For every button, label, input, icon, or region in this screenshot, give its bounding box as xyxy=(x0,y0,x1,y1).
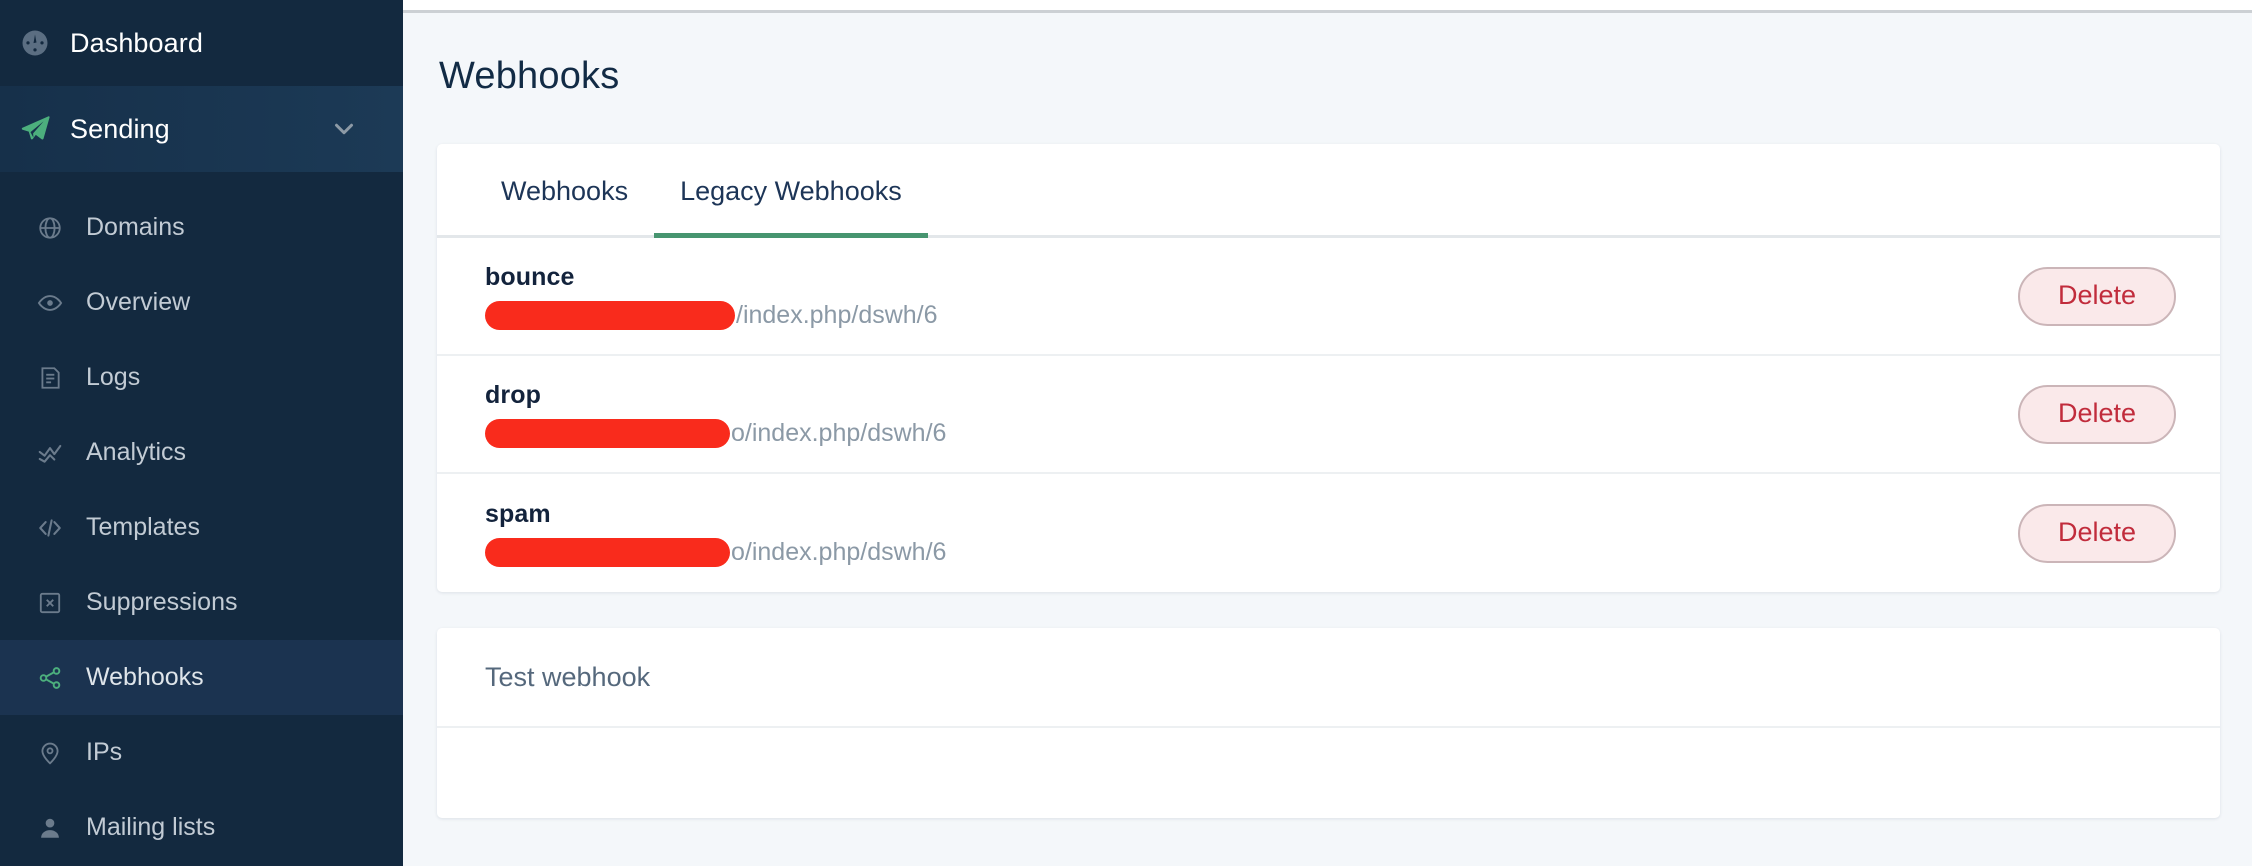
webhook-url: o/index.php/dswh/6 xyxy=(485,418,2018,448)
delete-button[interactable]: Delete xyxy=(2017,384,2176,444)
sidebar-sub-group: Domains Overview Logs Analytics Template… xyxy=(0,188,403,865)
webhook-info: drop o/index.php/dswh/6 xyxy=(485,381,2018,448)
document-icon xyxy=(28,365,72,391)
sidebar-item-webhooks[interactable]: Webhooks xyxy=(0,640,403,715)
sidebar-item-overview[interactable]: Overview xyxy=(0,265,403,340)
sidebar-item-logs[interactable]: Logs xyxy=(0,340,403,415)
globe-icon xyxy=(28,215,72,241)
redaction-bar xyxy=(485,418,730,448)
top-bar xyxy=(403,0,2252,13)
chevron-down-icon[interactable] xyxy=(329,114,359,144)
test-webhook-card: Test webhook xyxy=(437,628,2220,818)
webhook-row: drop o/index.php/dswh/6 Delete xyxy=(437,356,2220,474)
sidebar-item-ips[interactable]: IPs xyxy=(0,715,403,790)
webhook-row: bounce /index.php/dswh/6 Delete xyxy=(437,238,2220,356)
webhook-row: spam o/index.php/dswh/6 Delete xyxy=(437,474,2220,592)
sidebar-item-dashboard[interactable]: Dashboard xyxy=(0,0,403,86)
webhooks-card: Webhooks Legacy Webhooks bounce /index.p… xyxy=(437,144,2220,592)
webhook-info: spam o/index.php/dswh/6 xyxy=(485,500,2018,567)
sidebar-item-label: Suppressions xyxy=(86,588,238,616)
box-x-icon xyxy=(28,590,72,616)
sidebar-item-label: Domains xyxy=(86,213,185,241)
webhook-url: /index.php/dswh/6 xyxy=(485,300,2018,330)
sidebar-item-analytics[interactable]: Analytics xyxy=(0,415,403,490)
sidebar-item-sending[interactable]: Sending xyxy=(0,86,403,172)
webhook-name: drop xyxy=(485,380,541,409)
test-webhook-title: Test webhook xyxy=(437,628,2220,728)
sidebar: Dashboard Sending Domains Overview Logs … xyxy=(0,0,403,866)
sidebar-primary-group: Dashboard Sending xyxy=(0,0,403,188)
tab-webhooks[interactable]: Webhooks xyxy=(475,176,654,235)
redaction-bar xyxy=(485,300,735,330)
webhook-url-visible: /index.php/dswh/6 xyxy=(736,300,938,329)
delete-button[interactable]: Delete xyxy=(2017,266,2176,326)
sidebar-item-label: Webhooks xyxy=(86,663,204,691)
share-nodes-icon xyxy=(28,665,72,691)
app-root: Dashboard Sending Domains Overview Logs … xyxy=(0,0,2252,866)
sidebar-item-templates[interactable]: Templates xyxy=(0,490,403,565)
sidebar-item-mailing-lists[interactable]: Mailing lists xyxy=(0,790,403,865)
webhook-url-visible: o/index.php/dswh/6 xyxy=(731,418,947,447)
webhook-name: bounce xyxy=(485,262,575,291)
page-title: Webhooks xyxy=(439,55,620,97)
map-pin-icon xyxy=(28,740,72,766)
sidebar-item-label: Analytics xyxy=(86,438,187,466)
webhook-url: o/index.php/dswh/6 xyxy=(485,537,2018,567)
sidebar-item-label: Overview xyxy=(86,288,191,316)
redaction-bar xyxy=(485,537,730,567)
webhook-info: bounce /index.php/dswh/6 xyxy=(485,263,2018,330)
webhook-url-visible: o/index.php/dswh/6 xyxy=(731,537,947,566)
gauge-icon xyxy=(10,28,60,58)
delete-button[interactable]: Delete xyxy=(2017,503,2176,563)
sidebar-item-label: Mailing lists xyxy=(86,813,216,841)
code-icon xyxy=(28,515,72,541)
tab-bar: Webhooks Legacy Webhooks xyxy=(437,144,2220,238)
sidebar-item-label: Sending xyxy=(70,113,170,144)
test-webhook-body xyxy=(437,728,2220,818)
sidebar-item-label: IPs xyxy=(86,738,123,766)
eye-icon xyxy=(28,290,72,316)
main-content: Webhooks Webhooks Legacy Webhooks bounce… xyxy=(403,0,2252,866)
analytics-icon xyxy=(28,440,72,466)
tab-legacy-webhooks[interactable]: Legacy Webhooks xyxy=(654,176,928,238)
sidebar-item-label: Templates xyxy=(86,513,200,541)
sidebar-item-label: Dashboard xyxy=(70,27,203,58)
sidebar-item-label: Logs xyxy=(86,363,141,391)
sidebar-item-domains[interactable]: Domains xyxy=(0,190,403,265)
paper-plane-icon xyxy=(10,113,60,145)
webhook-name: spam xyxy=(485,499,551,528)
person-icon xyxy=(28,815,72,841)
sidebar-item-suppressions[interactable]: Suppressions xyxy=(0,565,403,640)
